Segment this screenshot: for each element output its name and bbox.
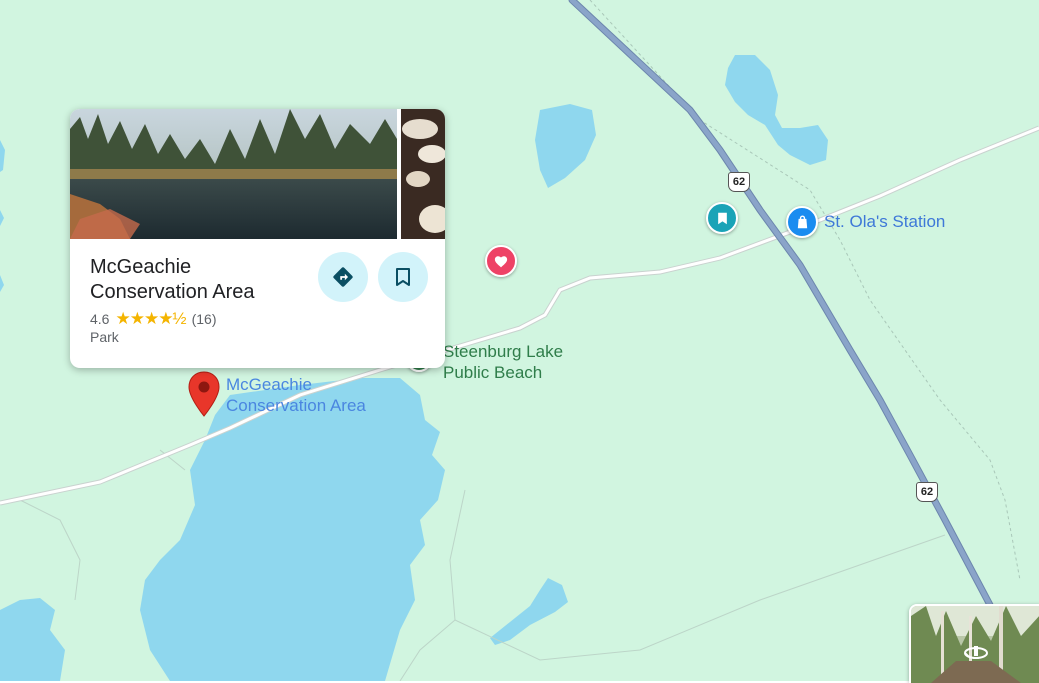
place-photos[interactable] — [70, 109, 445, 239]
heart-icon — [494, 255, 508, 267]
bookmark-icon — [396, 268, 410, 286]
mcgeachie-map-label[interactable]: McGeachie Conservation Area — [226, 374, 366, 416]
place-name-line: Conservation Area — [90, 281, 255, 303]
rating-row: 4.6 ★★★★½ (16) — [90, 309, 217, 329]
saved-place-pin[interactable] — [485, 245, 517, 277]
route-62-shield: 62 — [916, 482, 938, 502]
place-category: Park — [90, 329, 119, 345]
label-line: McGeachie — [226, 375, 312, 394]
street-view-thumbnail[interactable] — [909, 604, 1039, 683]
route-62-shield: 62 — [728, 172, 750, 192]
review-count[interactable]: (16) — [192, 311, 217, 327]
label-line: Steenburg Lake — [443, 342, 564, 361]
steenburg-beach-label[interactable]: Steenburg Lake Public Beach — [443, 341, 563, 383]
rotate-360-icon — [964, 646, 988, 659]
location-pin-icon[interactable] — [187, 371, 221, 417]
place-name: McGeachie Conservation Area — [90, 255, 310, 305]
st-olas-station-pin[interactable] — [786, 206, 818, 238]
place-card[interactable]: McGeachie Conservation Area 4.6 ★★★★½ (1… — [70, 109, 445, 368]
st-olas-station-label[interactable]: St. Ola's Station — [824, 211, 945, 232]
shopping-bag-icon — [797, 215, 807, 229]
directions-icon — [333, 267, 353, 287]
directions-button[interactable] — [318, 252, 368, 302]
label-line: Conservation Area — [226, 396, 366, 415]
rating-value: 4.6 — [90, 311, 110, 327]
star-rating: ★★★★½ — [115, 309, 186, 328]
label-line: Public Beach — [443, 363, 543, 382]
bookmark-pin[interactable] — [706, 202, 738, 234]
photo-lake[interactable] — [70, 109, 397, 239]
bookmark-icon — [717, 212, 727, 224]
place-name-line: McGeachie — [90, 256, 192, 278]
photo-mushrooms[interactable] — [401, 109, 445, 239]
save-button[interactable] — [378, 252, 428, 302]
